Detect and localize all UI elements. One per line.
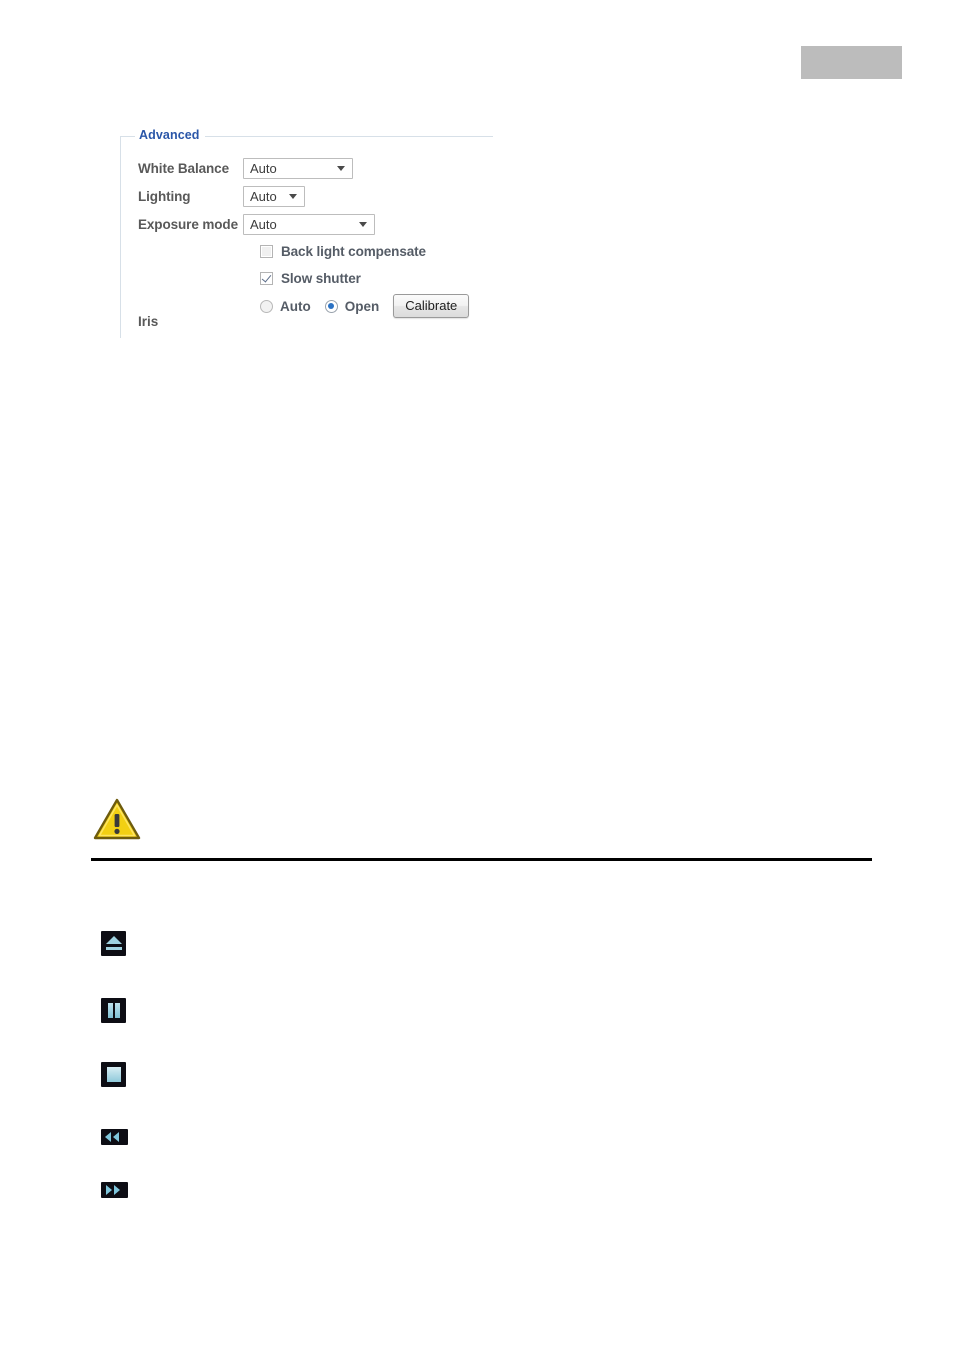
row-iris: Auto Open Calibrate	[121, 292, 493, 320]
white-balance-select-value: Auto	[250, 160, 277, 176]
fast-forward-triangle-1	[106, 1185, 112, 1195]
iris-open-label: Open	[344, 298, 380, 314]
fast-forward-triangle-2	[114, 1185, 120, 1195]
eject-triangle	[105, 936, 122, 944]
pause-bar-right	[115, 1003, 120, 1018]
advanced-form-rows: White Balance Auto Lighting Auto Exposur…	[121, 154, 493, 320]
slow-shutter-checkbox[interactable]	[260, 272, 273, 285]
back-light-compensate-label: Back light compensate	[281, 244, 426, 259]
lighting-select[interactable]: Auto	[243, 185, 305, 207]
advanced-panel-legend: Advanced	[135, 128, 205, 143]
lighting-field: Auto	[243, 185, 493, 207]
rewind-triangle-2	[113, 1132, 119, 1142]
advanced-settings-panel: Advanced White Balance Auto Lighting Aut…	[120, 128, 493, 338]
fast-forward-icon	[101, 1182, 128, 1198]
white-balance-label: White Balance	[138, 160, 229, 176]
warning-triangle-icon	[93, 797, 141, 841]
lighting-label: Lighting	[138, 188, 191, 204]
exposure-mode-select[interactable]: Auto	[243, 213, 375, 235]
white-balance-field: Auto	[243, 157, 493, 179]
pause-bar-left	[108, 1003, 113, 1018]
iris-auto-label: Auto	[280, 298, 311, 314]
redacted-header-block	[801, 46, 902, 79]
white-balance-select[interactable]: Auto	[243, 157, 353, 179]
checkbox-inner-fill	[262, 247, 271, 256]
rewind-icon	[101, 1129, 128, 1145]
exposure-mode-label: Exposure mode	[138, 216, 238, 232]
eject-bar	[105, 947, 122, 950]
back-light-compensate-checkbox[interactable]	[260, 245, 273, 258]
rewind-triangle-1	[105, 1132, 111, 1142]
eject-icon	[101, 931, 126, 956]
stop-icon	[101, 1062, 126, 1087]
iris-auto-radio[interactable]	[260, 299, 273, 313]
row-white-balance: White Balance Auto	[121, 154, 493, 182]
stop-square	[107, 1067, 121, 1082]
row-back-light-compensate: Back light compensate	[121, 238, 493, 265]
chevron-down-icon	[359, 222, 367, 227]
row-exposure-mode: Exposure mode Auto	[121, 210, 493, 238]
exposure-mode-select-value: Auto	[250, 216, 277, 232]
chevron-down-icon	[289, 194, 297, 199]
calibrate-button[interactable]: Calibrate	[393, 294, 470, 318]
iris-open-radio[interactable]	[324, 299, 338, 313]
pause-icon	[101, 998, 126, 1023]
exposure-mode-field: Auto	[243, 213, 493, 235]
iris-label: Iris	[138, 314, 159, 329]
chevron-down-icon	[337, 166, 345, 171]
slow-shutter-label: Slow shutter	[281, 271, 361, 286]
checkbox-inner-fill	[262, 274, 271, 283]
section-divider	[91, 858, 872, 861]
row-lighting: Lighting Auto	[121, 182, 493, 210]
lighting-select-value: Auto	[250, 188, 277, 204]
row-slow-shutter: Slow shutter	[121, 265, 493, 292]
